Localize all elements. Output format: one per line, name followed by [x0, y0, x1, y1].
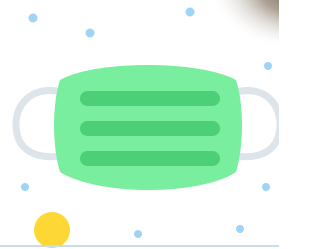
mask-pleat — [80, 121, 220, 136]
decor-dot — [264, 62, 272, 70]
decor-dot — [21, 183, 29, 191]
decor-dot — [28, 13, 38, 23]
decor-dot — [134, 230, 142, 238]
decor-dot — [236, 225, 244, 233]
decor-dot — [262, 183, 270, 191]
mask-pleat — [80, 151, 220, 166]
mask-pleat — [80, 91, 220, 106]
face-mask-illustration — [0, 0, 279, 248]
decor-dot — [85, 28, 95, 38]
right-ear-loop — [232, 87, 279, 161]
decor-dot — [185, 7, 195, 17]
corner-shadow — [210, 0, 279, 52]
yellow-circle — [34, 212, 70, 248]
illustration-canvas — [0, 0, 279, 249]
